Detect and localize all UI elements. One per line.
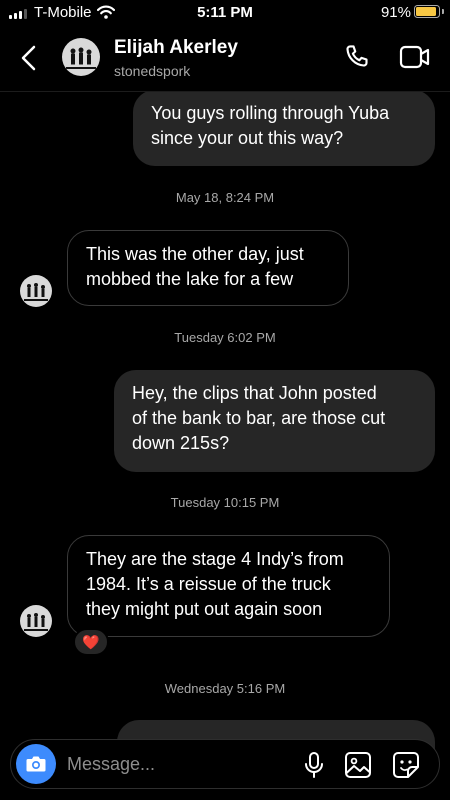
message-thread[interactable]: You guys rolling through Yuba since your…: [0, 0, 450, 800]
message-bubble-incoming[interactable]: They are the stage 4 Indy’s from 1984. I…: [67, 535, 390, 637]
sticker-icon[interactable]: [392, 751, 420, 784]
battery-percentage: 91%: [380, 4, 411, 21]
message-bubble-outgoing[interactable]: Hey, the clips that John posted of the b…: [114, 370, 435, 472]
message-reaction[interactable]: ❤️: [73, 628, 109, 656]
microphone-icon[interactable]: [301, 751, 327, 784]
contact-avatar[interactable]: [62, 38, 100, 76]
message-bubble-incoming[interactable]: This was the other day, just mobbed the …: [67, 230, 349, 306]
message-timestamp: Tuesday 6:02 PM: [174, 330, 276, 345]
battery-icon: [414, 5, 440, 18]
gallery-icon[interactable]: [344, 751, 372, 784]
camera-button[interactable]: [16, 744, 56, 784]
camera-icon: [26, 756, 46, 772]
video-camera-icon[interactable]: [399, 44, 431, 75]
message-timestamp: May 18, 8:24 PM: [175, 190, 275, 205]
status-bar: T-Mobile 5:11 PM 91%: [0, 0, 450, 28]
contact-username[interactable]: stonedspork: [114, 63, 190, 79]
contact-name[interactable]: Elijah Akerley: [114, 37, 238, 59]
sender-avatar[interactable]: [20, 605, 52, 637]
message-input[interactable]: [67, 750, 287, 778]
back-button[interactable]: [16, 44, 42, 77]
message-bubble-outgoing[interactable]: You guys rolling through Yuba since your…: [133, 90, 435, 166]
message-composer: [10, 739, 440, 789]
phone-icon[interactable]: [342, 42, 372, 77]
chat-header: Elijah Akerley stonedspork: [0, 28, 450, 92]
battery-nub: [442, 9, 444, 14]
chevron-left-icon: [21, 45, 36, 71]
message-timestamp: Wednesday 5:16 PM: [164, 681, 286, 696]
sender-avatar[interactable]: [20, 275, 52, 307]
message-timestamp: Tuesday 10:15 PM: [170, 495, 280, 510]
heart-reaction-icon: ❤️: [82, 633, 100, 650]
